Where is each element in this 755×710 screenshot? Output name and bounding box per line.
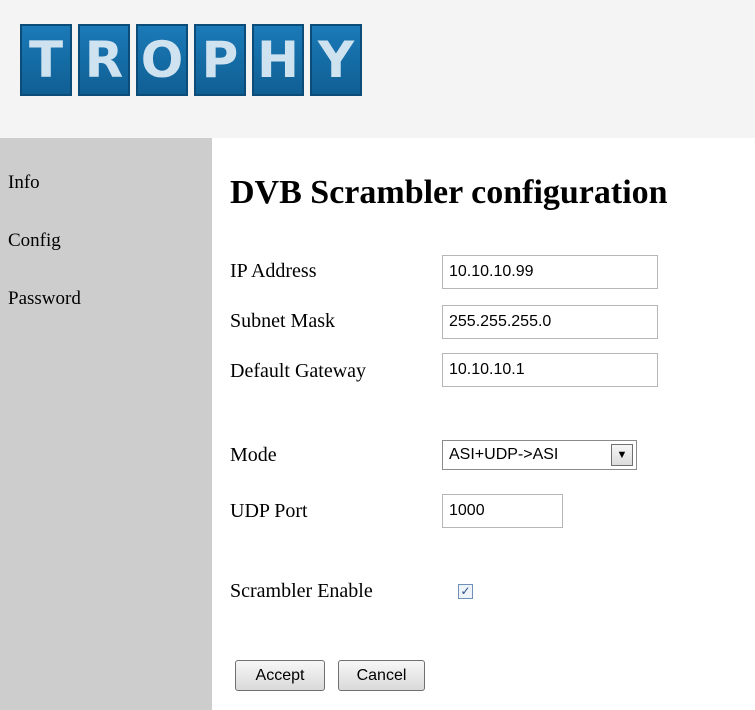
ip-address-input[interactable]: 10.10.10.99 — [442, 255, 658, 289]
logo-letter: Y — [310, 24, 362, 96]
logo-letter: P — [194, 24, 246, 96]
mode-label: Mode — [230, 444, 277, 466]
mode-select[interactable]: ASI+UDP->ASI ▼ — [442, 440, 637, 470]
default-gateway-input[interactable]: 10.10.10.1 — [442, 353, 658, 387]
sidebar-item-config[interactable]: Config — [8, 230, 61, 252]
logo-letter: O — [136, 24, 188, 96]
scrambler-enable-label: Scrambler Enable — [230, 580, 373, 602]
logo-letter: T — [20, 24, 72, 96]
sidebar-item-info[interactable]: Info — [8, 172, 40, 194]
sidebar-item-password[interactable]: Password — [8, 288, 81, 310]
logo-letter: R — [78, 24, 130, 96]
scrambler-enable-checkbox[interactable]: ✓ — [458, 584, 473, 599]
page-title: DVB Scrambler configuration — [230, 174, 668, 211]
cancel-button[interactable]: Cancel — [338, 660, 425, 691]
default-gateway-label: Default Gateway — [230, 360, 367, 382]
header: T R O P H Y — [0, 0, 755, 138]
accept-button[interactable]: Accept — [235, 660, 325, 691]
subnet-mask-input[interactable]: 255.255.255.0 — [442, 305, 658, 339]
ip-address-label: IP Address — [230, 260, 317, 282]
mode-selected-value: ASI+UDP->ASI — [449, 446, 559, 463]
udp-port-label: UDP Port — [230, 500, 308, 522]
chevron-down-icon[interactable]: ▼ — [611, 444, 633, 466]
trophy-logo: T R O P H Y — [20, 24, 362, 96]
logo-letter: H — [252, 24, 304, 96]
main-content: DVB Scrambler configuration IP Address 1… — [212, 138, 755, 710]
udp-port-input[interactable]: 1000 — [442, 494, 563, 528]
sidebar: Info Config Password — [0, 138, 212, 710]
subnet-mask-label: Subnet Mask — [230, 310, 335, 332]
